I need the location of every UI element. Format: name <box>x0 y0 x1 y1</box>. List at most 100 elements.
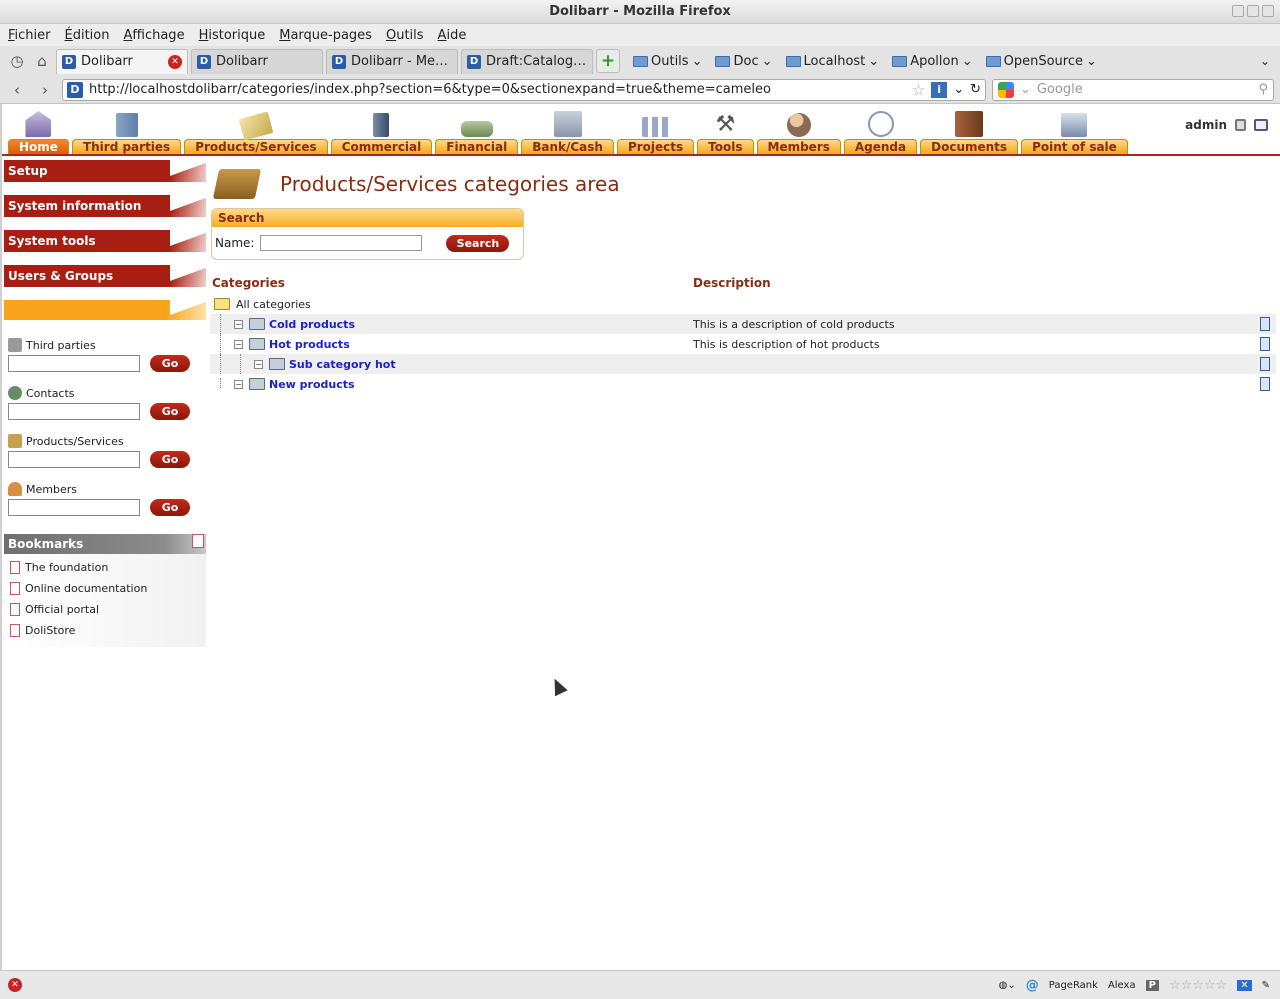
topmenu-label: Projects <box>616 139 695 154</box>
dropdown-chevron-icon[interactable]: ⌄ <box>953 82 964 97</box>
topmenu-tools[interactable]: ⚒ Tools <box>697 107 754 154</box>
leftmenu-system-tools[interactable]: System tools <box>4 230 206 252</box>
xmarks-icon[interactable]: ✕ <box>1237 979 1252 991</box>
globe-icon[interactable]: ◍⌄ <box>999 980 1016 991</box>
menu-affichage[interactable]: Affichage <box>123 28 184 43</box>
window-title: Dolibarr - Mozilla Firefox <box>549 4 731 19</box>
category-link[interactable]: Cold products <box>269 318 355 331</box>
menu-edition[interactable]: Édition <box>65 28 110 43</box>
topmenu-home[interactable]: Home <box>8 107 69 154</box>
collapse-icon[interactable]: − <box>234 379 243 389</box>
edit-icon[interactable] <box>1260 357 1270 371</box>
minimize-button[interactable] <box>1232 5 1244 17</box>
collapse-icon[interactable]: − <box>234 339 243 349</box>
bookmark-folder-opensource[interactable]: OpenSource ⌄ <box>985 54 1097 69</box>
close-tab-icon[interactable]: ✕ <box>168 54 182 69</box>
folder-icon <box>249 318 265 330</box>
site-identity-icon[interactable]: D <box>67 81 83 98</box>
forward-arrow-icon[interactable]: › <box>34 79 56 101</box>
back-arrow-icon[interactable]: ‹ <box>6 79 28 101</box>
close-window-button[interactable] <box>1262 5 1274 17</box>
third-parties-search-input[interactable] <box>8 355 140 372</box>
leftmenu-setup[interactable]: Setup <box>4 160 206 182</box>
category-link[interactable]: Sub category hot <box>289 358 396 371</box>
bookmark-label[interactable]: The foundation <box>25 561 108 574</box>
products-search-input[interactable] <box>8 451 140 468</box>
menu-marque-pages[interactable]: Marque-pages <box>279 28 372 43</box>
bookmark-item[interactable]: The foundation <box>10 557 206 578</box>
binoculars-icon[interactable]: ⚲ <box>1258 82 1268 97</box>
add-bookmark-icon[interactable] <box>192 534 204 548</box>
error-icon[interactable]: ✕ <box>8 978 22 992</box>
tab-dolibarr[interactable]: D Dolibarr <box>191 48 323 74</box>
tab-draft-catalogue[interactable]: D Draft:Catalogu... <box>461 48 593 74</box>
members-go-button[interactable]: Go <box>150 499 190 516</box>
topmenu-bank-cash[interactable]: Bank/Cash <box>521 107 614 154</box>
menu-fichier[interactable]: Fichier <box>8 28 51 43</box>
bookmark-item[interactable]: Official portal <box>10 599 206 620</box>
bookmark-label[interactable]: Official portal <box>25 603 99 616</box>
topmenu-products-services[interactable]: Products/Services <box>184 107 328 154</box>
web-search-box[interactable]: ⌄ Google ⚲ <box>992 78 1274 101</box>
history-clock-icon[interactable]: ◷ <box>6 50 28 72</box>
tab-dolibarr-active[interactable]: D Dolibarr ✕ <box>56 48 188 74</box>
bookmark-label[interactable]: Online documentation <box>25 582 147 595</box>
search-input[interactable]: Google <box>1037 82 1253 97</box>
category-link[interactable]: Hot products <box>269 338 350 351</box>
topmenu-documents[interactable]: Documents <box>920 107 1019 154</box>
home-icon[interactable]: ⌂ <box>31 50 53 72</box>
rating-stars-icon[interactable]: ☆☆☆☆☆ <box>1169 978 1227 993</box>
topmenu-third-parties[interactable]: Third parties <box>71 107 182 154</box>
bookmark-folder-apollon[interactable]: Apollon ⌄ <box>892 54 973 69</box>
google-icon[interactable] <box>998 81 1014 98</box>
addon-icon[interactable]: ✎ <box>1262 980 1270 991</box>
leftmenu-users-groups[interactable]: Users & Groups <box>4 265 206 287</box>
menu-aide[interactable]: Aide <box>438 28 467 43</box>
topmenu-agenda[interactable]: Agenda <box>843 107 918 154</box>
edit-icon[interactable] <box>1260 377 1270 391</box>
bookmark-item[interactable]: DoliStore <box>10 620 206 641</box>
edit-icon[interactable] <box>1260 337 1270 351</box>
contacts-go-button[interactable]: Go <box>150 403 190 420</box>
topmenu-point-of-sale[interactable]: Point of sale <box>1021 107 1128 154</box>
menu-outils[interactable]: Outils <box>386 28 424 43</box>
bookmark-folder-doc[interactable]: Doc ⌄ <box>715 54 773 69</box>
members-search-input[interactable] <box>8 499 140 516</box>
collapse-icon[interactable]: − <box>254 359 263 369</box>
maximize-button[interactable] <box>1247 5 1259 17</box>
user-login[interactable]: admin <box>1185 118 1227 132</box>
third-parties-go-button[interactable]: Go <box>150 355 190 372</box>
reload-icon[interactable]: ↻ <box>970 82 981 97</box>
p-icon[interactable]: P <box>1145 979 1159 991</box>
leftmenu-system-information[interactable]: System information <box>4 195 206 217</box>
topmenu-projects[interactable]: Projects <box>616 107 695 154</box>
edit-icon[interactable] <box>1260 317 1270 331</box>
search-button[interactable]: Search <box>446 234 510 252</box>
bookmark-label[interactable]: DoliStore <box>25 624 75 637</box>
products-go-button[interactable]: Go <box>150 451 190 468</box>
print-icon[interactable] <box>1254 119 1268 131</box>
contacts-search-input[interactable] <box>8 403 140 420</box>
topmenu-commercial[interactable]: Commercial <box>330 107 433 154</box>
topmenu-financial[interactable]: Financial <box>435 107 519 154</box>
url-input[interactable]: http://localhostdolibarr/categories/inde… <box>89 82 906 97</box>
folder-label: Localhost <box>803 53 866 69</box>
new-tab-button[interactable]: + <box>596 49 620 73</box>
category-name-input[interactable] <box>260 235 423 251</box>
at-sign-icon[interactable]: @ <box>1026 978 1039 993</box>
tab-list-chevron-icon[interactable]: ⌄ <box>1260 54 1270 68</box>
topmenu-members[interactable]: Members <box>756 107 841 154</box>
bookmark-star-icon[interactable]: ☆ <box>912 81 925 99</box>
chevron-down-icon[interactable]: ⌄ <box>1020 82 1031 97</box>
bookmark-item[interactable]: Online documentation <box>10 578 206 599</box>
logout-lock-icon[interactable] <box>1235 119 1246 131</box>
menu-historique[interactable]: Historique <box>199 28 266 43</box>
tab-dolibarr-members[interactable]: D Dolibarr - Mem... <box>326 48 458 74</box>
info-icon[interactable]: i <box>931 81 948 98</box>
category-link[interactable]: New products <box>269 378 355 391</box>
collapse-icon[interactable]: − <box>234 319 243 329</box>
bookmark-folder-localhost[interactable]: Localhost ⌄ <box>785 53 879 69</box>
bookmark-folder-outils[interactable]: Outils ⌄ <box>633 54 702 69</box>
url-bar[interactable]: D http://localhostdolibarr/categories/in… <box>62 78 986 101</box>
chevron-down-icon: ⌄ <box>691 53 703 69</box>
